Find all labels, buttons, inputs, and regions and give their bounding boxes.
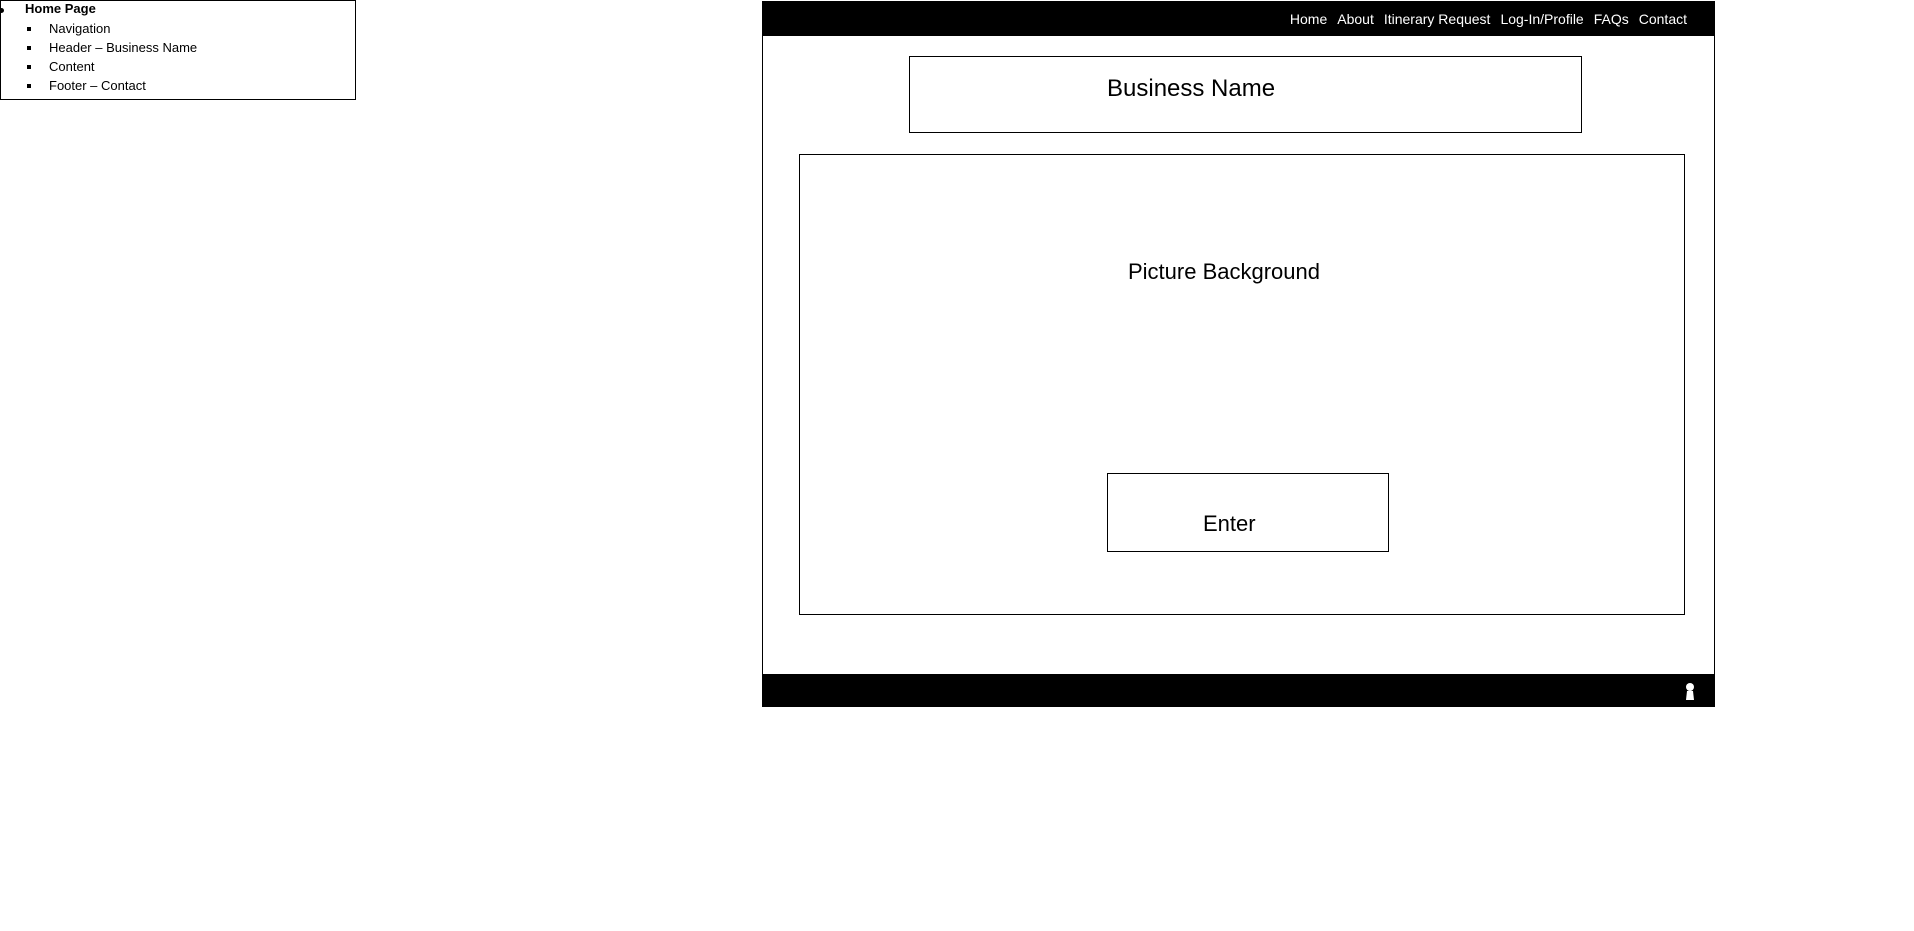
picture-background-label: Picture Background bbox=[1128, 259, 1320, 284]
header-business-name: Business Name bbox=[909, 56, 1582, 133]
contact-person-icon[interactable] bbox=[1684, 682, 1696, 700]
navigation-bar: Home About Itinerary Request Log-In/Prof… bbox=[763, 2, 1714, 36]
square-bullet-icon bbox=[27, 65, 31, 69]
enter-button[interactable]: Enter bbox=[1107, 473, 1389, 552]
bullet-icon bbox=[0, 8, 4, 13]
enter-button-label: Enter bbox=[1203, 511, 1256, 536]
nav-link-itinerary-request[interactable]: Itinerary Request bbox=[1384, 11, 1491, 27]
nav-link-contact[interactable]: Contact bbox=[1639, 11, 1687, 27]
homepage-mockup: Home About Itinerary Request Log-In/Prof… bbox=[762, 1, 1715, 707]
business-name-title: Business Name bbox=[1107, 75, 1276, 102]
nav-link-faqs[interactable]: FAQs bbox=[1594, 11, 1629, 27]
nav-link-home[interactable]: Home bbox=[1290, 11, 1327, 27]
footer-contact bbox=[763, 674, 1714, 706]
outline-top-item: Home Page bbox=[25, 1, 96, 16]
square-bullet-icon bbox=[27, 46, 31, 50]
site-outline: Home Page Navigation Header – Business N… bbox=[0, 0, 356, 100]
nav-link-about[interactable]: About bbox=[1337, 11, 1374, 27]
square-bullet-icon bbox=[27, 84, 31, 88]
nav-link-login-profile[interactable]: Log-In/Profile bbox=[1500, 11, 1583, 27]
picture-background-area: Picture Background Enter bbox=[799, 154, 1685, 615]
square-bullet-icon bbox=[27, 27, 31, 31]
